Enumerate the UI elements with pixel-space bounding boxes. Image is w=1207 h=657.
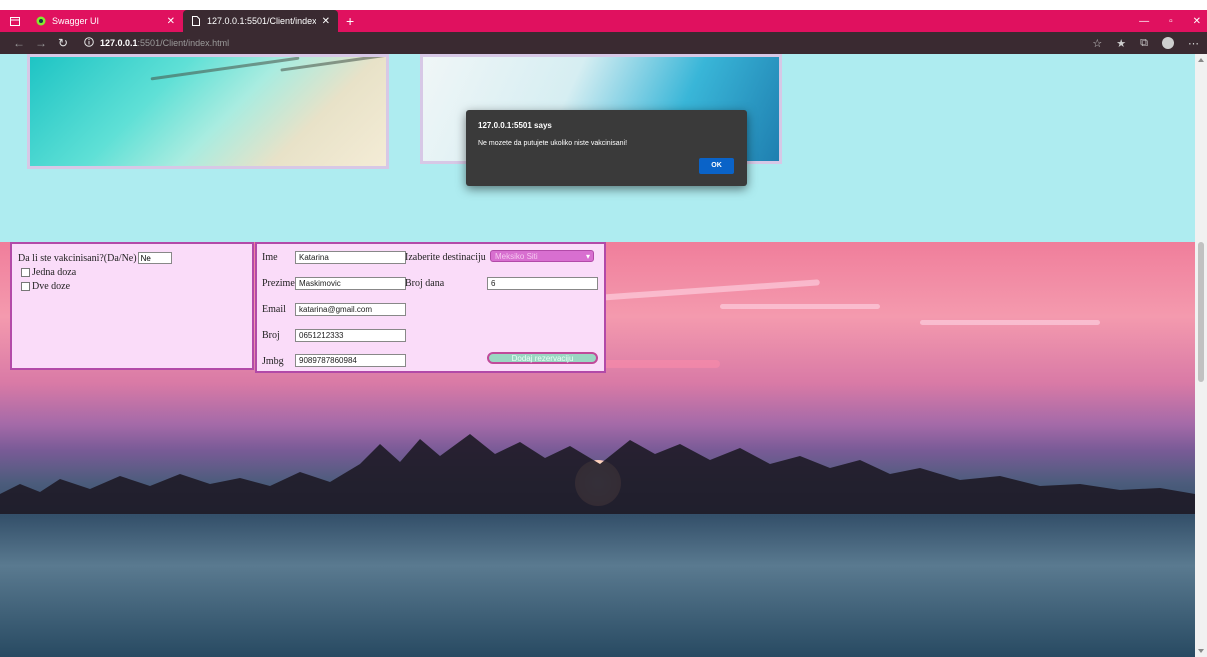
url-path: :5501/Client/index.html xyxy=(137,38,230,48)
dialog-message: Ne mozete da putujete ukoliko niste vakc… xyxy=(478,140,628,147)
favorites-icon[interactable]: ★ xyxy=(1116,37,1126,50)
beach-photo xyxy=(27,54,389,169)
window-controls: — ▫ ✕ xyxy=(1139,10,1201,32)
ime-field[interactable]: Katarina xyxy=(295,251,406,264)
destination-select[interactable]: Meksiko Siti ▾ xyxy=(490,250,594,262)
close-icon[interactable]: ✕ xyxy=(322,16,330,27)
chevron-down-icon: ▾ xyxy=(585,252,590,261)
tab-title: 127.0.0.1:5501/Client/index.html xyxy=(207,16,316,26)
browser-address-bar: ← → ↻ 127.0.0.1:5501/Client/index.html ☆… xyxy=(0,32,1207,54)
more-icon[interactable]: ⋯ xyxy=(1188,37,1199,50)
ime-label: Ime xyxy=(262,252,278,263)
favorite-add-icon[interactable]: ☆ xyxy=(1092,37,1102,50)
swagger-icon xyxy=(36,16,46,26)
url-field[interactable]: 127.0.0.1:5501/Client/index.html xyxy=(84,37,229,49)
vaccination-panel: Da li ste vakcinisani?(Da/Ne) Jedna doza… xyxy=(10,242,254,370)
forward-icon[interactable]: → xyxy=(30,32,52,54)
prezime-label: Prezime xyxy=(262,278,295,289)
treeline xyxy=(0,434,1195,514)
tab-title: Swagger UI xyxy=(52,16,100,26)
minimize-icon[interactable]: — xyxy=(1139,16,1149,27)
url-host: 127.0.0.1 xyxy=(100,38,138,48)
scrollbar-thumb[interactable] xyxy=(1198,242,1204,382)
email-label: Email xyxy=(262,304,286,315)
page-icon xyxy=(191,16,201,26)
checkbox-label: Dve doze xyxy=(32,280,71,292)
info-icon[interactable] xyxy=(84,37,94,49)
alert-dialog: 127.0.0.1:5501 says Ne mozete da putujet… xyxy=(466,110,747,186)
close-icon[interactable]: ✕ xyxy=(167,16,175,27)
jmbg-label: Jmbg xyxy=(262,356,284,367)
vaccination-answer-input[interactable] xyxy=(137,252,172,264)
new-tab-icon[interactable]: + xyxy=(346,13,354,29)
page-content: Da li ste vakcinisani?(Da/Ne) Jedna doza… xyxy=(0,54,1195,657)
ok-button[interactable]: OK xyxy=(699,158,734,174)
email-field[interactable]: katarina@gmail.com xyxy=(295,303,406,316)
close-window-icon[interactable]: ✕ xyxy=(1193,16,1201,27)
jmbg-field[interactable]: 9089787860984 xyxy=(295,354,406,367)
broj-label: Broj xyxy=(262,330,280,341)
checkbox-two-doses[interactable] xyxy=(21,281,30,291)
destination-value: Meksiko Siti xyxy=(495,252,538,261)
broj-field[interactable]: 0651212333 xyxy=(295,329,406,342)
scroll-down-icon[interactable] xyxy=(1198,649,1204,653)
reservation-panel: Ime Katarina Izaberite destinaciju Meksi… xyxy=(255,242,606,373)
back-icon[interactable]: ← xyxy=(8,32,30,54)
window-menu-icon[interactable] xyxy=(6,12,24,30)
days-label: Broj dana xyxy=(405,278,445,289)
profile-avatar[interactable] xyxy=(1162,37,1174,49)
destination-label: Izaberite destinaciju xyxy=(405,252,486,263)
browser-toolbar: ☆ ★ ⧉ ⋯ xyxy=(1092,32,1199,54)
prezime-field[interactable]: Maskimovic xyxy=(295,277,406,290)
scroll-up-icon[interactable] xyxy=(1198,58,1204,62)
collections-icon[interactable]: ⧉ xyxy=(1140,37,1148,50)
dialog-title: 127.0.0.1:5501 says xyxy=(478,121,552,130)
checkbox-one-dose[interactable] xyxy=(21,267,30,277)
tab-swagger[interactable]: Swagger UI ✕ xyxy=(28,10,183,32)
add-reservation-button[interactable]: Dodaj rezervaciju xyxy=(487,352,598,364)
vaccination-question: Da li ste vakcinisani?(Da/Ne) xyxy=(18,252,137,264)
tab-index[interactable]: 127.0.0.1:5501/Client/index.html ✕ xyxy=(183,10,338,32)
browser-tab-bar: Swagger UI ✕ 127.0.0.1:5501/Client/index… xyxy=(0,10,1207,32)
days-field[interactable]: 6 xyxy=(487,277,598,290)
maximize-icon[interactable]: ▫ xyxy=(1169,16,1173,27)
checkbox-label: Jedna doza xyxy=(32,266,77,278)
refresh-icon[interactable]: ↻ xyxy=(52,32,74,54)
page-scrollbar[interactable] xyxy=(1195,54,1207,657)
